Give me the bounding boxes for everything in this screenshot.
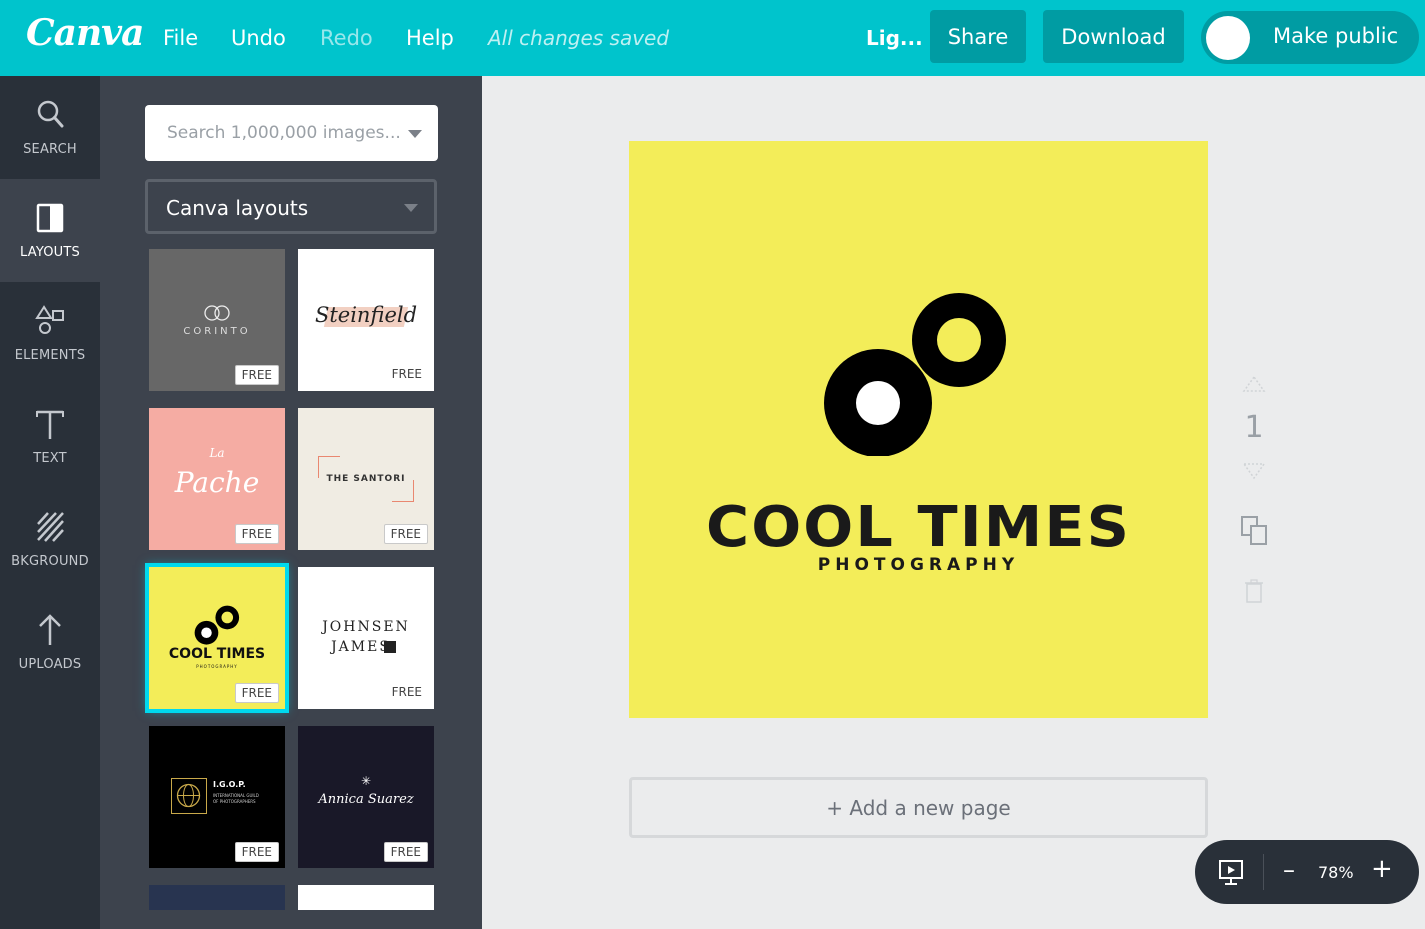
layouts-icon — [36, 203, 64, 233]
thumb-title-line2: JAMES — [331, 639, 391, 655]
zoom-out-button[interactable]: – — [1283, 856, 1295, 884]
rail-elements-label: ELEMENTS — [14, 348, 86, 363]
square-mark — [384, 641, 396, 653]
layout-thumb-annica[interactable]: ✳ Annica Suarez FREE — [298, 726, 434, 868]
free-badge: FREE — [391, 685, 422, 699]
layout-thumb-corinto[interactable]: CORINTO FREE — [149, 249, 285, 391]
present-icon[interactable] — [1217, 858, 1245, 886]
layout-thumb-partial[interactable] — [298, 885, 434, 910]
thumb-title: THE SANTORI — [326, 474, 406, 484]
help-menu[interactable]: Help — [406, 26, 454, 50]
free-badge: FREE — [234, 683, 279, 703]
rail-background-label: BKGROUND — [11, 554, 89, 569]
download-button[interactable]: Download — [1043, 10, 1184, 63]
page-number: 1 — [1244, 410, 1264, 445]
zoom-toolbar: – 78% + — [1195, 840, 1419, 904]
search-icon — [37, 100, 64, 128]
layout-thumb-igop[interactable]: I.G.O.P. INTERNATIONAL GUILD OF PHOTOGRA… — [149, 726, 285, 868]
thumb-title-line1: JOHNSEN — [322, 619, 410, 635]
cool-times-logo-icon — [824, 293, 1006, 456]
elements-icon — [35, 305, 64, 334]
layout-category-select[interactable]: Canva layouts — [145, 179, 437, 234]
rail-text[interactable]: TEXT — [0, 385, 100, 488]
save-status: All changes saved — [488, 26, 670, 50]
rail-uploads-label: UPLOADS — [18, 657, 82, 672]
thumb-title: Pache — [174, 466, 260, 499]
rail-background[interactable]: BKGROUND — [0, 488, 100, 591]
rail-text-label: TEXT — [33, 451, 67, 466]
move-page-down-icon[interactable] — [1241, 461, 1267, 481]
redo-button[interactable]: Redo — [320, 26, 373, 50]
free-badge: FREE — [234, 365, 279, 385]
thumb-prefix: La — [209, 446, 225, 460]
canva-logo[interactable]: Canva — [26, 12, 144, 54]
document-name[interactable]: Lig... — [866, 26, 923, 50]
share-button[interactable]: Share — [930, 10, 1026, 63]
rail-search-label: SEARCH — [23, 142, 77, 157]
star-icon: ✳ — [360, 774, 372, 788]
globe-frame — [171, 778, 207, 814]
thumb-title: COOL TIMES — [168, 646, 266, 662]
rings-logo-icon — [204, 305, 230, 321]
layout-thumb-johnsen[interactable]: JOHNSEN JAMES FREE — [298, 567, 434, 709]
rail-layouts-label: LAYOUTS — [20, 245, 80, 260]
rail-elements[interactable]: ELEMENTS — [0, 282, 100, 385]
free-badge: FREE — [234, 842, 279, 862]
delete-page-icon[interactable] — [1243, 578, 1265, 604]
canvas-title[interactable]: COOL TIMES — [615, 495, 1223, 560]
thumb-subtitle: PHOTOGRAPHY — [196, 664, 238, 669]
add-page-button[interactable]: + Add a new page — [629, 777, 1208, 838]
thumb-title: Steinfield — [314, 303, 418, 327]
rail-search[interactable]: SEARCH — [0, 76, 100, 179]
free-badge: FREE — [383, 524, 428, 544]
zoom-level[interactable]: 78% — [1318, 863, 1354, 882]
file-menu[interactable]: File — [163, 26, 198, 50]
canvas-subtitle[interactable]: PHOTOGRAPHY — [629, 555, 1208, 575]
layout-thumb-cool-times[interactable]: COOL TIMES PHOTOGRAPHY FREE — [145, 563, 289, 713]
image-search-input[interactable]: Search 1,000,000 images... — [145, 105, 438, 161]
layouts-panel: Search 1,000,000 images... Canva layouts… — [100, 76, 482, 929]
thumb-subtitle: INTERNATIONAL GUILD OF PHOTOGRAPHERS — [213, 793, 259, 804]
make-public-toggle[interactable]: Make public — [1201, 11, 1419, 64]
text-icon — [36, 410, 64, 439]
globe-icon — [176, 783, 201, 808]
divider — [1263, 854, 1264, 890]
chevron-down-icon[interactable] — [408, 130, 422, 138]
top-bar: Canva File Undo Redo Help All changes sa… — [0, 0, 1425, 76]
chevron-down-icon — [404, 204, 418, 212]
layout-thumb-pache[interactable]: La Pache FREE — [149, 408, 285, 550]
layout-category-value: Canva layouts — [166, 196, 309, 220]
design-canvas[interactable]: COOL TIMES PHOTOGRAPHY — [629, 141, 1208, 718]
search-placeholder: Search 1,000,000 images... — [167, 123, 401, 143]
cool-times-logo-icon — [194, 605, 240, 645]
free-badge: FREE — [234, 524, 279, 544]
background-icon — [37, 512, 64, 542]
duplicate-page-icon[interactable] — [1240, 515, 1270, 547]
side-rail: SEARCH LAYOUTS ELEMENTS TEXT BKGROUND UP… — [0, 76, 100, 929]
free-badge: FREE — [383, 842, 428, 862]
thumb-title: CORINTO — [183, 326, 251, 337]
rail-uploads[interactable]: UPLOADS — [0, 591, 100, 694]
undo-button[interactable]: Undo — [231, 26, 286, 50]
layout-thumb-santori[interactable]: THE SANTORI FREE — [298, 408, 434, 550]
thumb-title: Annica Suarez — [318, 792, 414, 807]
layout-thumb-partial[interactable] — [149, 885, 285, 910]
make-public-label: Make public — [1273, 24, 1399, 48]
zoom-in-button[interactable]: + — [1371, 854, 1393, 884]
layout-thumb-steinfield[interactable]: Steinfield FREE — [298, 249, 434, 391]
free-badge: FREE — [391, 367, 422, 381]
toggle-knob — [1206, 16, 1250, 60]
thumb-title: I.G.O.P. — [213, 780, 246, 789]
move-page-up-icon[interactable] — [1241, 374, 1267, 394]
upload-icon — [39, 614, 61, 645]
rail-layouts[interactable]: LAYOUTS — [0, 179, 100, 282]
